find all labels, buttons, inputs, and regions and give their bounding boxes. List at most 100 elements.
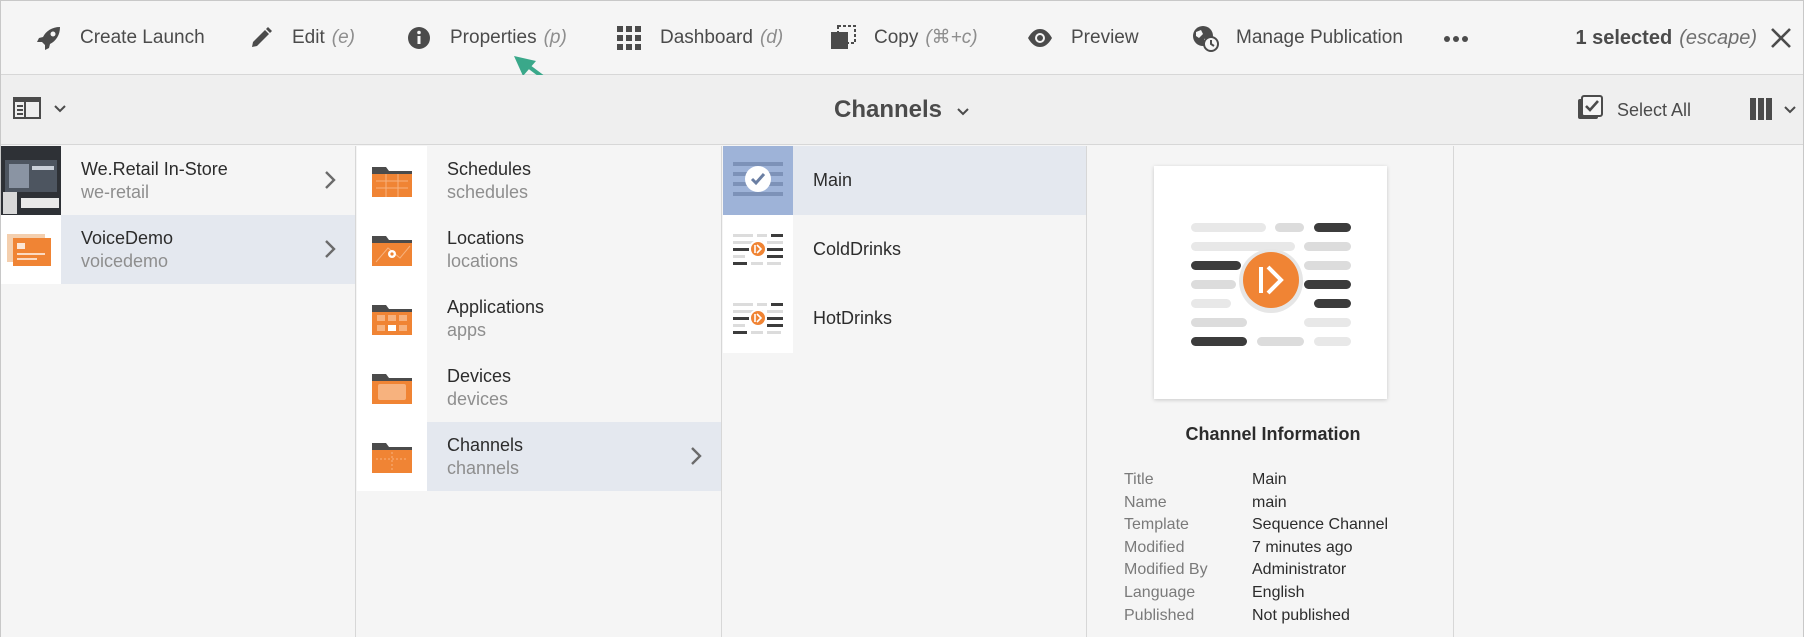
- create-launch-button[interactable]: Create Launch: [35, 1, 205, 75]
- column-empty: [1455, 146, 1803, 637]
- list-item[interactable]: HotDrinks: [723, 284, 1086, 353]
- folder-icon: [357, 353, 427, 422]
- close-icon[interactable]: [1767, 24, 1795, 52]
- meta-row-title: Title Main: [1124, 469, 1388, 492]
- app-frame: Create Launch Edit (e) Properties (p) Da…: [0, 0, 1804, 637]
- list-item[interactable]: Locations locations: [357, 215, 721, 284]
- list-item[interactable]: Main: [723, 146, 1086, 215]
- meta-key: Language: [1124, 583, 1196, 601]
- list-item[interactable]: Devices devices: [357, 353, 721, 422]
- meta-value: main: [1252, 493, 1287, 511]
- more-icon: [1443, 27, 1469, 49]
- edit-shortcut: (e): [331, 26, 355, 48]
- list-item-title: Main: [813, 170, 853, 190]
- view-switcher[interactable]: [1749, 97, 1797, 125]
- list-item-title: Channels: [447, 434, 524, 455]
- copy-label: Copy: [874, 26, 919, 48]
- meta-key: Template: [1124, 516, 1189, 534]
- properties-shortcut: (p): [543, 26, 567, 48]
- globe-clock-icon: [1191, 24, 1219, 52]
- info-icon: [405, 24, 433, 52]
- meta-key: Published: [1124, 606, 1195, 624]
- chevron-down-icon: [1783, 102, 1797, 120]
- select-all-label: Select All: [1616, 99, 1691, 120]
- manage-publication-button[interactable]: Manage Publication: [1191, 1, 1403, 75]
- meta-value: Administrator: [1252, 561, 1347, 579]
- chevron-right-icon: [323, 168, 337, 197]
- list-item-name: we-retail: [81, 181, 150, 202]
- page-title[interactable]: Channels: [1, 75, 1803, 145]
- selected-count: 1 selected: [1575, 26, 1673, 49]
- select-all-button[interactable]: Select All: [1577, 94, 1691, 126]
- more-button[interactable]: [1443, 1, 1469, 75]
- escape-hint: (escape): [1679, 26, 1757, 49]
- meta-row-modified-by: Modified By Administrator: [1124, 559, 1388, 582]
- list-item-name: channels: [447, 457, 520, 478]
- chevron-down-icon: [956, 96, 970, 124]
- meta-key: Name: [1124, 493, 1167, 511]
- folder-icon: [357, 422, 427, 491]
- copy-shortcut: (⌘+c): [925, 27, 978, 48]
- list-item-name: locations: [447, 250, 519, 271]
- meta-key: Modified By: [1124, 561, 1208, 579]
- folder-icon: [357, 284, 427, 353]
- we-retail-thumbnail: [1, 146, 61, 215]
- list-item[interactable]: Schedules schedules: [357, 146, 721, 215]
- dashboard-shortcut: (d): [759, 26, 784, 48]
- column-folders: Schedules schedules Locations locations: [357, 146, 722, 637]
- meta-row-modified: Modified 7 minutes ago: [1124, 537, 1388, 560]
- meta-value: 7 minutes ago: [1252, 538, 1353, 556]
- list-item[interactable]: Channels channels: [357, 422, 721, 491]
- channel-information-heading: Channel Information: [1185, 424, 1361, 444]
- list-item[interactable]: We.Retail In-Store we-retail: [1, 146, 355, 215]
- list-item-title: Applications: [447, 296, 545, 317]
- list-item[interactable]: VoiceDemo voicedemo: [1, 215, 355, 284]
- meta-row-name: Name main: [1124, 492, 1388, 515]
- list-item-title: Schedules: [447, 158, 532, 179]
- list-item-title: ColdDrinks: [813, 239, 902, 259]
- meta-value: English: [1252, 583, 1305, 601]
- eye-icon: [1026, 24, 1054, 52]
- meta-row-template: Template Sequence Channel: [1124, 514, 1388, 537]
- list-item-title: Devices: [447, 365, 512, 386]
- action-bar: Create Launch Edit (e) Properties (p) Da…: [1, 1, 1803, 75]
- meta-value: Main: [1252, 471, 1287, 488]
- title-bar: Channels Select All: [1, 75, 1803, 145]
- list-item-title: HotDrinks: [813, 308, 893, 328]
- pencil-icon: [247, 24, 275, 52]
- list-item-title: VoiceDemo: [81, 227, 174, 248]
- chevron-right-icon: [323, 237, 337, 266]
- list-item[interactable]: Applications apps: [357, 284, 721, 353]
- list-item-name: apps: [447, 319, 487, 340]
- voicedemo-thumbnail: [1, 215, 61, 284]
- channel-thumbnail: [723, 215, 793, 284]
- channel-selected-thumbnail: [723, 146, 793, 215]
- meta-value: Sequence Channel: [1252, 516, 1389, 534]
- meta-row-published: Published Not published: [1124, 605, 1388, 628]
- checkbox-icon: [1577, 94, 1603, 126]
- list-item-name: schedules: [447, 181, 529, 202]
- page-title-text: Channels: [833, 96, 943, 123]
- preview-button[interactable]: Preview: [1026, 1, 1139, 75]
- meta-key: Modified: [1124, 538, 1185, 556]
- list-item-title: Locations: [447, 227, 525, 248]
- meta-key: Title: [1124, 471, 1154, 488]
- list-item-title: We.Retail In-Store: [81, 158, 228, 179]
- manage-publication-label: Manage Publication: [1236, 26, 1403, 48]
- dashboard-button[interactable]: Dashboard (d): [615, 1, 783, 75]
- edit-button[interactable]: Edit (e): [247, 1, 355, 75]
- column-sites: We.Retail In-Store we-retail VoiceDemo v…: [1, 146, 356, 637]
- dashboard-label: Dashboard: [660, 26, 753, 48]
- copy-button[interactable]: Copy (⌘+c): [829, 1, 978, 75]
- copy-icon: [829, 24, 857, 52]
- list-item-name: devices: [447, 388, 509, 409]
- create-launch-label: Create Launch: [80, 26, 205, 48]
- column-view: We.Retail In-Store we-retail VoiceDemo v…: [1, 146, 1803, 637]
- channel-preview-thumbnail: [1154, 166, 1387, 399]
- channel-thumbnail: [723, 284, 793, 353]
- channel-metadata: Title Main Name main Template Sequence C…: [1124, 469, 1388, 627]
- list-item[interactable]: ColdDrinks: [723, 215, 1086, 284]
- column-channels: Main ColdDrinks HotDrinks: [723, 146, 1087, 637]
- grid-icon: [615, 24, 643, 52]
- preview-label: Preview: [1071, 26, 1139, 48]
